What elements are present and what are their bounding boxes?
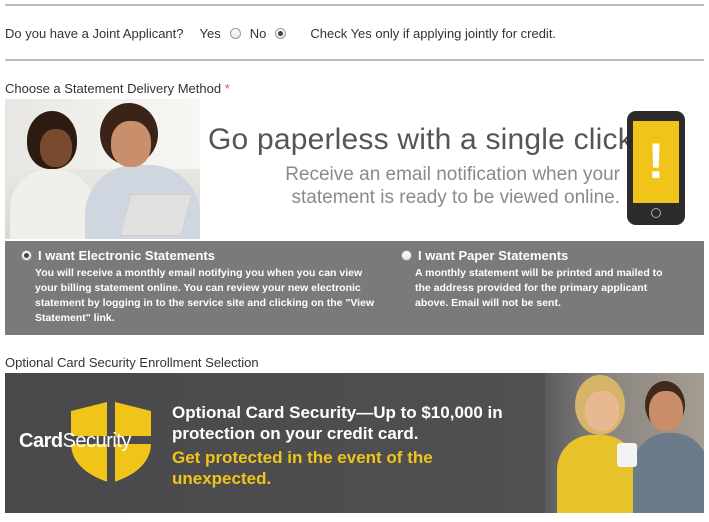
paper-statements-radio[interactable] bbox=[401, 250, 412, 261]
paper-statements-option[interactable]: I want Paper Statements A monthly statem… bbox=[401, 248, 691, 311]
joint-yes-label: Yes bbox=[199, 25, 221, 41]
photo-tablet bbox=[119, 194, 193, 236]
joint-applicant-hint: Check Yes only if applying jointly for c… bbox=[310, 25, 557, 41]
phone-home-button bbox=[651, 208, 661, 218]
paper-statements-label: I want Paper Statements bbox=[418, 248, 569, 263]
card-security-banner: CardSecurity Optional Card Security—Up t… bbox=[5, 373, 704, 513]
electronic-statements-description: You will receive a monthly email notifyi… bbox=[35, 267, 375, 324]
joint-applicant-question: Do you have a Joint Applicant? bbox=[5, 25, 184, 41]
coffee-mug bbox=[617, 443, 637, 467]
exclamation-icon: ! bbox=[647, 133, 665, 189]
paperless-subtitle: Receive an email notification when your … bbox=[285, 164, 620, 208]
paperless-title: Go paperless with a single click. bbox=[208, 123, 642, 156]
electronic-statements-option[interactable]: I want Electronic Statements You will re… bbox=[21, 248, 381, 326]
phone-screen: ! bbox=[633, 121, 679, 203]
statement-delivery-label-text: Choose a Statement Delivery Method bbox=[5, 81, 222, 96]
card-security-logo-thin: Security bbox=[62, 430, 132, 452]
photo-man-face bbox=[649, 391, 683, 431]
joint-divider bbox=[5, 59, 704, 61]
photo-man-body bbox=[633, 433, 704, 513]
card-security-label: Optional Card Security Enrollment Select… bbox=[5, 355, 259, 370]
photo-person-face bbox=[111, 121, 151, 167]
photo-woman-face bbox=[585, 391, 619, 431]
electronic-statements-radio[interactable] bbox=[21, 250, 32, 261]
couple-photo bbox=[5, 99, 200, 239]
photo-person-face bbox=[40, 129, 72, 167]
top-divider bbox=[5, 4, 704, 6]
statement-delivery-label: Choose a Statement Delivery Method * bbox=[5, 81, 230, 96]
card-security-logo-bold: Card bbox=[19, 430, 63, 452]
paper-statements-head: I want Paper Statements bbox=[401, 248, 691, 263]
joint-yes-radio[interactable] bbox=[229, 27, 241, 39]
card-security-tagline: Get protected in the event of the unexpe… bbox=[172, 448, 433, 488]
joint-no-radio[interactable] bbox=[275, 27, 287, 39]
electronic-statements-head: I want Electronic Statements bbox=[21, 248, 381, 263]
couple-coffee-photo bbox=[545, 373, 704, 513]
card-security-logo: CardSecurity bbox=[19, 430, 131, 453]
joint-applicant-row: Do you have a Joint Applicant? Yes No Ch… bbox=[5, 24, 556, 42]
electronic-statements-label: I want Electronic Statements bbox=[38, 248, 215, 263]
paper-statements-description: A monthly statement will be printed and … bbox=[415, 267, 663, 309]
card-security-headline: Optional Card Security—Up to $10,000 in … bbox=[172, 403, 503, 443]
joint-no-label: No bbox=[249, 25, 267, 41]
required-marker: * bbox=[224, 81, 230, 96]
statement-options-panel: I want Electronic Statements You will re… bbox=[5, 241, 704, 335]
paperless-banner: Go paperless with a single click. Receiv… bbox=[5, 99, 704, 239]
phone-alert-icon: ! bbox=[627, 111, 685, 225]
photo-person-body bbox=[10, 169, 95, 239]
